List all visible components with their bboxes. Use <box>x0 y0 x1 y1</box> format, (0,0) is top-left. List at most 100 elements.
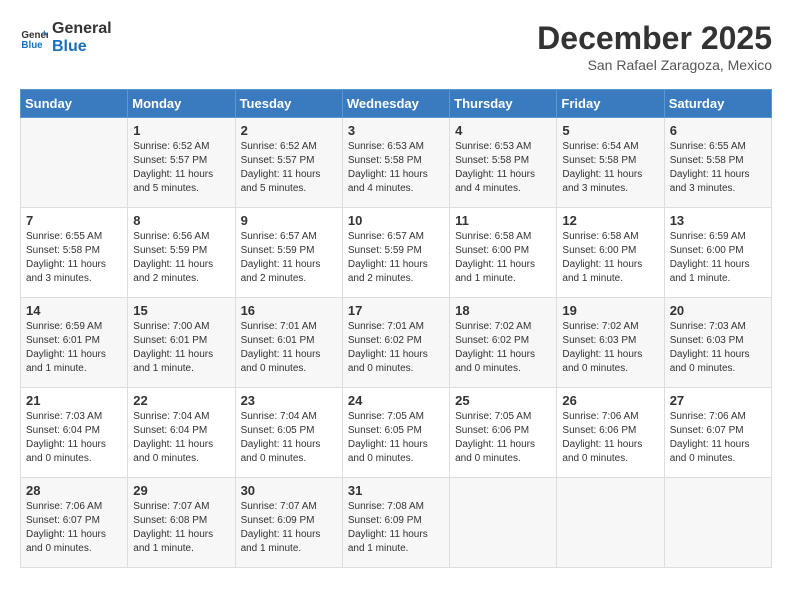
day-number: 3 <box>348 123 444 138</box>
day-info: Sunrise: 6:56 AMSunset: 5:59 PMDaylight:… <box>133 230 229 286</box>
calendar-cell: 13Sunrise: 6:59 AMSunset: 6:00 PMDayligh… <box>664 208 771 298</box>
day-number: 13 <box>670 213 766 228</box>
calendar-cell: 16 Sunrise: 7:01 AMSunset: 6:01 PMDayligh… <box>235 298 342 388</box>
day-number: 20 <box>670 303 766 318</box>
day-info: Sunrise: 7:04 AMSunset: 6:05 PMDaylight:… <box>241 410 337 466</box>
header-thursday: Thursday <box>450 90 557 118</box>
day-number: 25 <box>455 393 551 408</box>
day-info: Sunrise: 6:53 AMSunset: 5:58 PMDaylight:… <box>348 140 444 196</box>
day-info: Sunrise: 7:06 AMSunset: 6:07 PMDaylight:… <box>26 500 122 556</box>
header-saturday: Saturday <box>664 90 771 118</box>
header-tuesday: Tuesday <box>235 90 342 118</box>
day-number: 14 <box>26 303 122 318</box>
header-sunday: Sunday <box>21 90 128 118</box>
day-info: Sunrise: 7:08 AMSunset: 6:09 PMDaylight:… <box>348 500 444 556</box>
day-number: 22 <box>133 393 229 408</box>
days-header-row: SundayMondayTuesdayWednesdayThursdayFrid… <box>21 90 772 118</box>
day-number: 18 <box>455 303 551 318</box>
header-friday: Friday <box>557 90 664 118</box>
day-info: Sunrise: 7:03 AMSunset: 6:04 PMDaylight:… <box>26 410 122 466</box>
header-wednesday: Wednesday <box>342 90 449 118</box>
day-number: 24 <box>348 393 444 408</box>
calendar-cell: 22 Sunrise: 7:04 AMSunset: 6:04 PMDayligh… <box>128 388 235 478</box>
day-number: 4 <box>455 123 551 138</box>
day-number: 9 <box>241 213 337 228</box>
day-number: 26 <box>562 393 658 408</box>
calendar-cell: 10 Sunrise: 6:57 AMSunset: 5:59 PMDayligh… <box>342 208 449 298</box>
day-info: Sunrise: 7:02 AMSunset: 6:02 PMDaylight:… <box>455 320 551 376</box>
calendar-cell: 5 Sunrise: 6:54 AMSunset: 5:58 PMDaylight… <box>557 118 664 208</box>
calendar-cell: 24Sunrise: 7:05 AMSunset: 6:05 PMDayligh… <box>342 388 449 478</box>
calendar-cell <box>21 118 128 208</box>
calendar-cell: 18 Sunrise: 7:02 AMSunset: 6:02 PMDayligh… <box>450 298 557 388</box>
day-number: 8 <box>133 213 229 228</box>
day-info: Sunrise: 7:02 AMSunset: 6:03 PMDaylight:… <box>562 320 658 376</box>
calendar-cell: 17Sunrise: 7:01 AMSunset: 6:02 PMDayligh… <box>342 298 449 388</box>
day-info: Sunrise: 7:06 AMSunset: 6:07 PMDaylight:… <box>670 410 766 466</box>
day-number: 1 <box>133 123 229 138</box>
day-info: Sunrise: 7:07 AMSunset: 6:08 PMDaylight:… <box>133 500 229 556</box>
calendar-cell: 11 Sunrise: 6:58 AMSunset: 6:00 PMDayligh… <box>450 208 557 298</box>
page-header: General Blue General Blue December 2025 … <box>20 20 772 73</box>
header-monday: Monday <box>128 90 235 118</box>
day-number: 16 <box>241 303 337 318</box>
calendar-cell: 21 Sunrise: 7:03 AMSunset: 6:04 PMDayligh… <box>21 388 128 478</box>
calendar-cell: 1 Sunrise: 6:52 AMSunset: 5:57 PMDaylight… <box>128 118 235 208</box>
day-number: 19 <box>562 303 658 318</box>
day-number: 12 <box>562 213 658 228</box>
svg-text:Blue: Blue <box>21 39 43 50</box>
logo: General Blue General Blue <box>20 20 112 55</box>
day-info: Sunrise: 7:01 AMSunset: 6:02 PMDaylight:… <box>348 320 444 376</box>
day-info: Sunrise: 6:52 AMSunset: 5:57 PMDaylight:… <box>133 140 229 196</box>
calendar-cell: 12Sunrise: 6:58 AMSunset: 6:00 PMDayligh… <box>557 208 664 298</box>
day-number: 10 <box>348 213 444 228</box>
day-info: Sunrise: 7:07 AMSunset: 6:09 PMDaylight:… <box>241 500 337 556</box>
calendar-cell: 29Sunrise: 7:07 AMSunset: 6:08 PMDayligh… <box>128 478 235 568</box>
day-number: 15 <box>133 303 229 318</box>
day-number: 5 <box>562 123 658 138</box>
day-info: Sunrise: 6:57 AMSunset: 5:59 PMDaylight:… <box>241 230 337 286</box>
week-row-3: 14 Sunrise: 6:59 AMSunset: 6:01 PMDayligh… <box>21 298 772 388</box>
day-number: 30 <box>241 483 337 498</box>
day-info: Sunrise: 6:54 AMSunset: 5:58 PMDaylight:… <box>562 140 658 196</box>
calendar-cell: 14 Sunrise: 6:59 AMSunset: 6:01 PMDayligh… <box>21 298 128 388</box>
day-info: Sunrise: 7:00 AMSunset: 6:01 PMDaylight:… <box>133 320 229 376</box>
week-row-1: 1 Sunrise: 6:52 AMSunset: 5:57 PMDaylight… <box>21 118 772 208</box>
day-info: Sunrise: 7:01 AMSunset: 6:01 PMDaylight:… <box>241 320 337 376</box>
day-info: Sunrise: 6:52 AMSunset: 5:57 PMDaylight:… <box>241 140 337 196</box>
logo-line2: Blue <box>52 38 112 56</box>
calendar-cell: 26Sunrise: 7:06 AMSunset: 6:06 PMDayligh… <box>557 388 664 478</box>
day-number: 11 <box>455 213 551 228</box>
day-number: 31 <box>348 483 444 498</box>
logo-icon: General Blue <box>20 24 48 52</box>
calendar-cell <box>557 478 664 568</box>
title-block: December 2025 San Rafael Zaragoza, Mexic… <box>537 20 772 73</box>
day-number: 2 <box>241 123 337 138</box>
calendar-cell <box>450 478 557 568</box>
day-info: Sunrise: 6:57 AMSunset: 5:59 PMDaylight:… <box>348 230 444 286</box>
location: San Rafael Zaragoza, Mexico <box>537 57 772 73</box>
calendar-cell: 2 Sunrise: 6:52 AMSunset: 5:57 PMDaylight… <box>235 118 342 208</box>
day-info: Sunrise: 7:03 AMSunset: 6:03 PMDaylight:… <box>670 320 766 376</box>
day-info: Sunrise: 6:58 AMSunset: 6:00 PMDaylight:… <box>455 230 551 286</box>
day-number: 23 <box>241 393 337 408</box>
calendar-cell <box>664 478 771 568</box>
calendar-cell: 7Sunrise: 6:55 AMSunset: 5:58 PMDaylight… <box>21 208 128 298</box>
week-row-2: 7Sunrise: 6:55 AMSunset: 5:58 PMDaylight… <box>21 208 772 298</box>
day-number: 7 <box>26 213 122 228</box>
calendar-cell: 15 Sunrise: 7:00 AMSunset: 6:01 PMDayligh… <box>128 298 235 388</box>
day-info: Sunrise: 6:59 AMSunset: 6:01 PMDaylight:… <box>26 320 122 376</box>
day-info: Sunrise: 7:05 AMSunset: 6:06 PMDaylight:… <box>455 410 551 466</box>
calendar-cell: 3 Sunrise: 6:53 AMSunset: 5:58 PMDaylight… <box>342 118 449 208</box>
calendar-cell: 27Sunrise: 7:06 AMSunset: 6:07 PMDayligh… <box>664 388 771 478</box>
month-title: December 2025 <box>537 20 772 57</box>
day-number: 21 <box>26 393 122 408</box>
calendar-cell: 9 Sunrise: 6:57 AMSunset: 5:59 PMDaylight… <box>235 208 342 298</box>
calendar-cell: 4 Sunrise: 6:53 AMSunset: 5:58 PMDaylight… <box>450 118 557 208</box>
day-info: Sunrise: 7:04 AMSunset: 6:04 PMDaylight:… <box>133 410 229 466</box>
calendar-cell: 31 Sunrise: 7:08 AMSunset: 6:09 PMDayligh… <box>342 478 449 568</box>
day-info: Sunrise: 6:53 AMSunset: 5:58 PMDaylight:… <box>455 140 551 196</box>
day-number: 6 <box>670 123 766 138</box>
calendar-cell: 28Sunrise: 7:06 AMSunset: 6:07 PMDayligh… <box>21 478 128 568</box>
day-info: Sunrise: 6:55 AMSunset: 5:58 PMDaylight:… <box>670 140 766 196</box>
